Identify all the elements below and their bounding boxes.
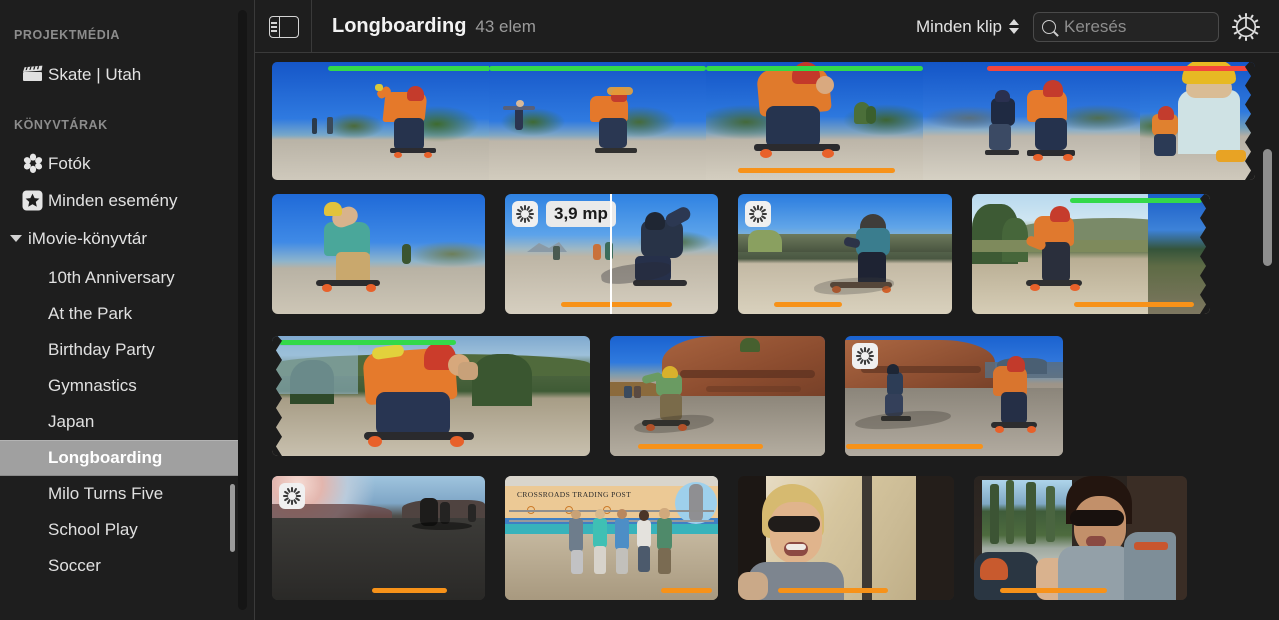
analyzing-spinner-icon (512, 201, 538, 227)
sidebar-item-gymnastics[interactable]: Gymnastics (0, 368, 240, 404)
sidebar-item-all-events[interactable]: Minden esemény (0, 185, 240, 215)
favorite-bar (489, 66, 706, 71)
photos-flower-icon (22, 152, 48, 174)
clip-crossroads-trading-post-group[interactable]: CROSSROADS TRADING POST (505, 476, 718, 600)
sidebar-item-at-the-park[interactable]: At the Park (0, 296, 240, 332)
event-label: Milo Turns Five (48, 484, 164, 503)
event-label: 10th Anniversary (48, 268, 175, 287)
event-list: 10th Anniversary At the Park Birthday Pa… (0, 260, 240, 620)
filmstrip-row-2: 3,9 mp (272, 194, 1210, 314)
sidebar-item-school-play[interactable]: School Play (0, 512, 240, 548)
clip-two-skaters-red-rock[interactable] (845, 336, 1063, 456)
event-label: Japan (48, 412, 95, 431)
clip-orange-shirt-skater-closeup[interactable] (706, 62, 923, 180)
event-label: Longboarding (48, 448, 163, 467)
used-range-bar (372, 588, 447, 593)
clip-filter-popup[interactable]: Minden klip (916, 17, 1033, 37)
sidebar-item-label: Minden esemény (48, 190, 178, 210)
filmstrip-row-3 (272, 336, 1063, 456)
used-range-bar (561, 302, 672, 307)
main-pane: Longboarding 43 elem Minden klip Keresés (255, 0, 1279, 620)
imovie-window: PROJEKTMÉDIA Skate | Utah KÖNYVTÁRAK Fot… (0, 0, 1279, 620)
favorite-bar (1070, 198, 1202, 203)
used-range-bar (1074, 302, 1194, 307)
clapperboard-icon (22, 65, 48, 83)
used-range-bar (738, 168, 895, 173)
page-title: Longboarding (332, 15, 467, 37)
sidebar-item-label: iMovie-könyvtár (28, 228, 148, 248)
sidebar: PROJEKTMÉDIA Skate | Utah KÖNYVTÁRAK Fot… (0, 0, 255, 620)
used-range-bar (661, 588, 712, 593)
sidebar-item-label: Skate | Utah (48, 64, 142, 84)
event-label: School Play (48, 520, 138, 539)
favorite-bar (279, 340, 456, 345)
clip-skater-hills-bowing[interactable] (972, 194, 1210, 314)
sidebar-item-skate-utah[interactable]: Skate | Utah (0, 59, 240, 89)
clip-two-skaters-road[interactable] (489, 62, 706, 180)
sidebar-toggle-icon (268, 15, 299, 38)
event-label: Gymnastics (48, 376, 137, 395)
clip-orange-shirt-skater-carving[interactable] (272, 336, 590, 456)
event-title-block: Longboarding 43 elem (332, 15, 536, 38)
sidebar-item-japan[interactable]: Japan (0, 404, 240, 440)
search-placeholder: Keresés (1064, 16, 1127, 36)
sidebar-toggle-button[interactable] (255, 0, 312, 53)
search-input[interactable]: Keresés (1033, 11, 1219, 42)
used-range-bar (778, 588, 888, 593)
sidebar-item-photos[interactable]: Fotók (0, 148, 240, 178)
gear-icon (1232, 12, 1260, 41)
clip-sunset-road-silhouette[interactable] (272, 476, 485, 600)
sidebar-item-label: Fotók (48, 153, 91, 173)
item-count: 43 elem (475, 17, 536, 36)
clip-skater-red-helmet-crouch[interactable] (272, 62, 489, 180)
toolbar: Longboarding 43 elem Minden klip Keresés (255, 0, 1279, 53)
clip-red-rock-cliff-skater[interactable] (610, 336, 825, 456)
clip-woman-skater-mesa[interactable] (738, 194, 952, 314)
filmstrip-row-4: CROSSROADS TRADING POST (272, 476, 1187, 600)
media-browser[interactable]: 3,9 mp CROSSROADS TRADING POST (255, 54, 1279, 620)
sidebar-section-header-libraries: KÖNYVTÁRAK (14, 118, 108, 132)
clip-yellow-helmet-boy[interactable] (1140, 62, 1255, 180)
event-label: Soccer (48, 556, 101, 575)
favorite-bar (706, 66, 923, 71)
sidebar-item-soccer[interactable]: Soccer (0, 548, 240, 584)
clip-skater-analyzing-with-duration[interactable]: 3,9 mp (505, 194, 718, 314)
rejected-bar (987, 66, 1140, 71)
sidebar-section-header-project-media: PROJEKTMÉDIA (14, 28, 120, 42)
rejected-bar (1140, 66, 1249, 71)
duration-badge: 3,9 mp (546, 201, 616, 227)
analyzing-spinner-icon (745, 201, 771, 227)
search-icon (1042, 19, 1056, 34)
sidebar-item-longboarding[interactable]: Longboarding (0, 440, 240, 476)
analyzing-spinner-icon (279, 483, 305, 509)
sidebar-item-10th-anniversary[interactable]: 10th Anniversary (0, 260, 240, 296)
event-label: At the Park (48, 304, 133, 323)
skimmer-playhead[interactable] (610, 194, 612, 314)
clip-blond-man-in-van[interactable] (738, 476, 954, 600)
sidebar-scrollbar-thumb[interactable] (230, 484, 235, 552)
disclosure-triangle-icon[interactable] (10, 234, 22, 242)
up-down-stepper-icon[interactable] (1009, 19, 1019, 34)
used-range-bar (846, 444, 983, 449)
used-range-bar (638, 444, 763, 449)
toolbar-right-group: Minden klip Keresés (916, 6, 1279, 48)
sidebar-item-milo-turns-five[interactable]: Milo Turns Five (0, 476, 240, 512)
star-icon (22, 190, 48, 211)
event-label: Birthday Party (48, 340, 155, 359)
sidebar-scrollbar[interactable] (230, 10, 247, 610)
used-range-bar (1000, 588, 1107, 593)
sidebar-item-birthday-party[interactable]: Birthday Party (0, 332, 240, 368)
sidebar-item-softball[interactable] (0, 584, 240, 620)
used-range-bar (774, 302, 842, 307)
favorite-bar (328, 66, 489, 71)
sidebar-item-imovie-library[interactable]: iMovie-könyvtár (0, 223, 240, 253)
analyzing-spinner-icon (852, 343, 878, 369)
clip-woman-in-van[interactable] (974, 476, 1187, 600)
filmstrip-row-1 (272, 62, 1255, 180)
browser-scrollbar-thumb[interactable] (1263, 149, 1272, 266)
clip-filter-label: Minden klip (916, 16, 1002, 36)
clip-skater-teal-shirt-arms-up[interactable] (272, 194, 485, 314)
settings-button[interactable] (1225, 6, 1267, 48)
clip-two-skaters-downhill[interactable] (923, 62, 1140, 180)
